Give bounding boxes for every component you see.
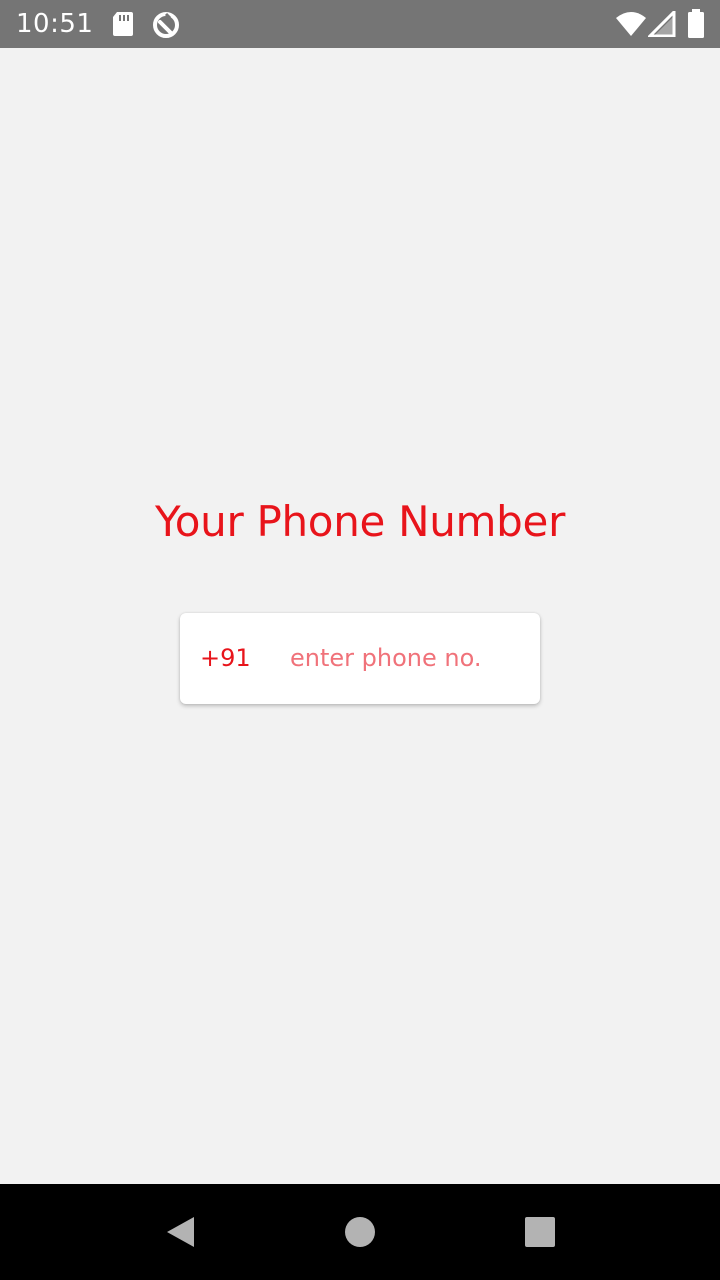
wifi-icon	[616, 12, 646, 36]
sd-card-icon	[113, 12, 133, 36]
status-time: 10:51	[16, 9, 94, 39]
battery-icon	[688, 9, 704, 38]
main-content: Your Phone Number +91	[0, 48, 720, 1184]
status-bar: 10:51	[0, 0, 720, 48]
sync-icon	[153, 12, 179, 38]
signal-icon	[648, 11, 676, 37]
recents-icon	[525, 1217, 555, 1247]
phone-input-card: +91	[180, 613, 540, 704]
home-button[interactable]	[312, 1184, 408, 1280]
recents-button[interactable]	[492, 1184, 588, 1280]
navigation-bar	[0, 1184, 720, 1280]
screen: 10:51 Your Phone Number +91	[0, 0, 720, 1280]
page-title: Your Phone Number	[154, 497, 566, 546]
back-button[interactable]	[132, 1184, 228, 1280]
home-icon	[345, 1217, 375, 1247]
phone-number-input[interactable]	[290, 639, 520, 677]
back-icon	[167, 1217, 194, 1247]
country-code[interactable]: +91	[200, 643, 251, 673]
